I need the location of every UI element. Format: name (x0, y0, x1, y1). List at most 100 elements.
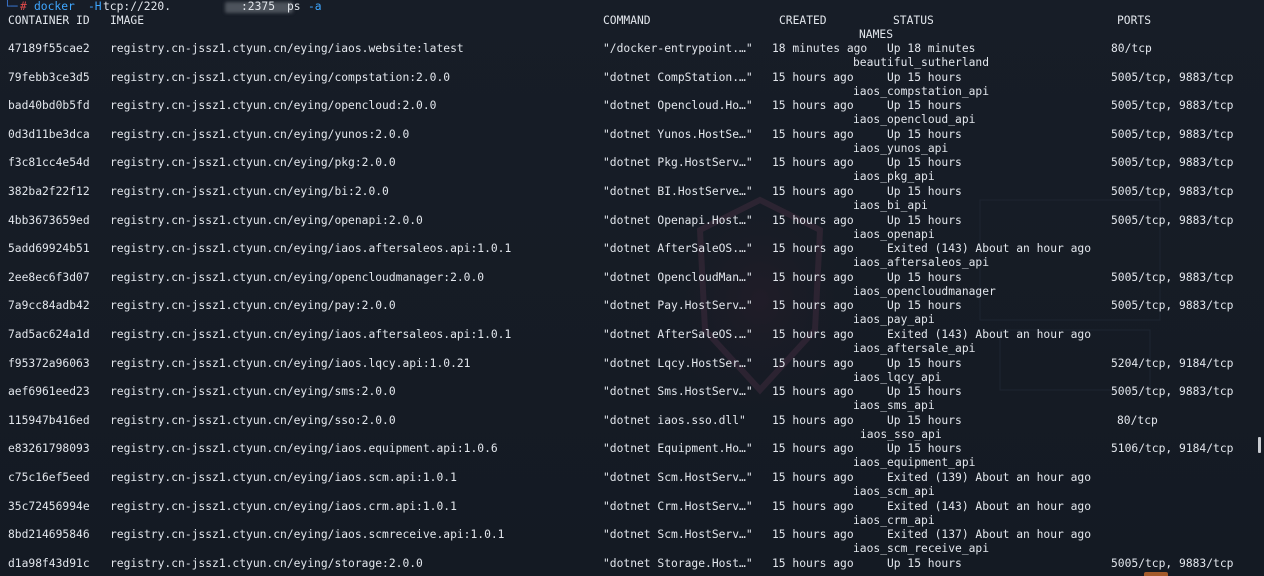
header-container-id: CONTAINER ID (8, 14, 90, 27)
container-id: 4bb3673659ed (8, 214, 90, 227)
container-status: Up 15 hours (887, 271, 962, 284)
container-name: iaos_equipment_api (853, 456, 976, 469)
container-ports: 5005/tcp, 9883/tcp (1111, 385, 1234, 398)
container-command: "dotnet Scm.HostServ…" (603, 471, 753, 484)
container-status: Exited (143) About an hour ago (887, 242, 1092, 255)
container-image: registry.cn-jssz1.ctyun.cn/eying/pkg:2.0… (110, 156, 396, 169)
container-command: "dotnet Scm.HostServ…" (603, 528, 753, 541)
container-image: registry.cn-jssz1.ctyun.cn/eying/iaos.sc… (110, 471, 457, 484)
container-status: Exited (143) About an hour ago (887, 328, 1092, 341)
container-ports: 5005/tcp, 9883/tcp (1111, 128, 1234, 141)
container-created: 15 hours ago (772, 99, 854, 112)
table-row: aef6961eed23 registry.cn-jssz1.ctyun.cn/e… (0, 385, 1250, 399)
prompt-host-prefix: tcp://220. (103, 0, 172, 13)
container-ports: 5204/tcp, 9184/tcp (1111, 357, 1234, 370)
container-command: "dotnet AfterSaleOS.…" (603, 242, 753, 255)
container-status: Up 15 hours (887, 128, 962, 141)
header-names: NAMES (859, 28, 894, 41)
container-name-line: iaos_opencloudmanager (0, 285, 1250, 299)
container-name-line: iaos_aftersaleos_api (0, 256, 1250, 270)
table-header: CONTAINER ID IMAGE COMMAND CREATED STATU… (0, 14, 1250, 28)
container-status: Exited (137) About an hour ago (887, 528, 1092, 541)
container-id: aef6961eed23 (8, 385, 90, 398)
scrollbar-thumb[interactable] (1258, 437, 1261, 453)
container-command: "dotnet Sms.HostServ…" (603, 385, 753, 398)
table-row: e83261798093 registry.cn-jssz1.ctyun.cn/e… (0, 442, 1250, 456)
prompt-decor: └─ (4, 0, 18, 13)
container-image: registry.cn-jssz1.ctyun.cn/eying/iaos.cr… (110, 500, 457, 513)
container-id: 0d3d11be3dca (8, 128, 90, 141)
container-ports: 5005/tcp, 9883/tcp (1111, 71, 1234, 84)
table-row: 0d3d11be3dca registry.cn-jssz1.ctyun.cn/e… (0, 128, 1250, 142)
container-command: "dotnet Pkg.HostServ…" (603, 156, 753, 169)
container-command: "dotnet Yunos.HostSe…" (603, 128, 753, 141)
container-name-line: iaos_scm_receive_api (0, 542, 1250, 556)
container-ports: 5005/tcp, 9883/tcp (1111, 99, 1234, 112)
container-id: 35c72456994e (8, 500, 90, 513)
container-image: registry.cn-jssz1.ctyun.cn/eying/iaos.sc… (110, 528, 505, 541)
container-name: iaos_lqcy_api (853, 371, 942, 384)
container-id: 7ad5ac624a1d (8, 328, 90, 341)
container-id: d1a98f43d91c (8, 557, 90, 570)
container-name-line: iaos_pkg_api (0, 170, 1250, 184)
container-status: Up 15 hours (887, 357, 962, 370)
table-row: d1a98f43d91c registry.cn-jssz1.ctyun.cn/e… (0, 557, 1250, 571)
container-command: "dotnet BI.HostServe…" (603, 185, 753, 198)
container-image: registry.cn-jssz1.ctyun.cn/eying/sms:2.0… (110, 385, 396, 398)
container-command: "/docker-entrypoint.…" (603, 42, 753, 55)
table-row: bad40bd0b5fd registry.cn-jssz1.ctyun.cn/e… (0, 99, 1250, 113)
container-image: registry.cn-jssz1.ctyun.cn/eying/iaos.af… (110, 328, 512, 341)
container-created: 15 hours ago (772, 128, 854, 141)
container-status: Up 15 hours (887, 156, 962, 169)
container-command: "dotnet Pay.HostServ…" (603, 299, 753, 312)
container-name-line: beautiful_sutherland (0, 56, 1250, 70)
container-name-line: iaos_aftersale_api (0, 342, 1250, 356)
container-id: f3c81cc4e54d (8, 156, 90, 169)
container-name-line: iaos_pay_api (0, 313, 1250, 327)
container-ports: 5005/tcp, 9883/tcp (1111, 299, 1234, 312)
container-created: 15 hours ago (772, 442, 854, 455)
container-name: iaos_pkg_api (853, 170, 935, 183)
table-row: 35c72456994e registry.cn-jssz1.ctyun.cn/e… (0, 500, 1250, 514)
header-image: IMAGE (110, 14, 145, 27)
container-created: 15 hours ago (772, 299, 854, 312)
container-status: Exited (143) About an hour ago (887, 500, 1092, 513)
table-row: 4bb3673659ed registry.cn-jssz1.ctyun.cn/e… (0, 214, 1250, 228)
container-name: beautiful_sutherland (853, 56, 990, 69)
container-created: 15 hours ago (772, 242, 854, 255)
table-row: c75c16ef5eed registry.cn-jssz1.ctyun.cn/e… (0, 471, 1250, 485)
taskbar-indicator (1144, 572, 1168, 576)
container-created: 15 hours ago (772, 156, 854, 169)
container-created: 15 hours ago (772, 528, 854, 541)
table-row: 5add69924b51 registry.cn-jssz1.ctyun.cn/e… (0, 242, 1250, 256)
container-name-line: iaos_bi_api (0, 199, 1250, 213)
table-row: 8bd214695846 registry.cn-jssz1.ctyun.cn/e… (0, 528, 1250, 542)
container-command: "dotnet Crm.HostServ…" (603, 500, 753, 513)
terminal-window[interactable]: └─ # docker -H tcp://220. :2375 ps -a CO… (0, 0, 1264, 576)
container-name-line: iaos_lqcy_api (0, 371, 1250, 385)
container-created: 15 hours ago (772, 414, 854, 427)
container-command: "dotnet Storage.Host…" (603, 557, 753, 570)
container-name-line: iaos_openapi (0, 228, 1250, 242)
container-name-line: iaos_sso_api (0, 428, 1250, 442)
container-ports: 5005/tcp, 9883/tcp (1111, 156, 1234, 169)
table-row: f3c81cc4e54d registry.cn-jssz1.ctyun.cn/e… (0, 156, 1250, 170)
container-command: "dotnet Opencloud.Ho…" (603, 99, 753, 112)
container-ports: 5005/tcp, 9883/tcp (1111, 271, 1234, 284)
container-id: 47189f55cae2 (8, 42, 90, 55)
container-command: "dotnet OpencloudMan…" (603, 271, 753, 284)
table-row: 382ba2f22f12 registry.cn-jssz1.ctyun.cn/e… (0, 185, 1250, 199)
container-command: "dotnet Openapi.Host…" (603, 214, 753, 227)
container-command: "dotnet Lqcy.HostSer…" (603, 357, 753, 370)
prompt-flag-host: -H (88, 0, 102, 13)
table-row: f95372a96063 registry.cn-jssz1.ctyun.cn/e… (0, 357, 1250, 371)
container-id: 7a9cc84adb42 (8, 299, 90, 312)
container-name: iaos_sms_api (853, 399, 935, 412)
container-name-line: iaos_scm_api (0, 485, 1250, 499)
container-ports: 5005/tcp, 9883/tcp (1111, 185, 1234, 198)
container-image: registry.cn-jssz1.ctyun.cn/eying/sso:2.0… (110, 414, 396, 427)
container-image: registry.cn-jssz1.ctyun.cn/eying/compsta… (110, 71, 451, 84)
container-created: 15 hours ago (772, 71, 854, 84)
container-name: iaos_bi_api (853, 199, 928, 212)
container-name-line: iaos_compstation_api (0, 85, 1250, 99)
